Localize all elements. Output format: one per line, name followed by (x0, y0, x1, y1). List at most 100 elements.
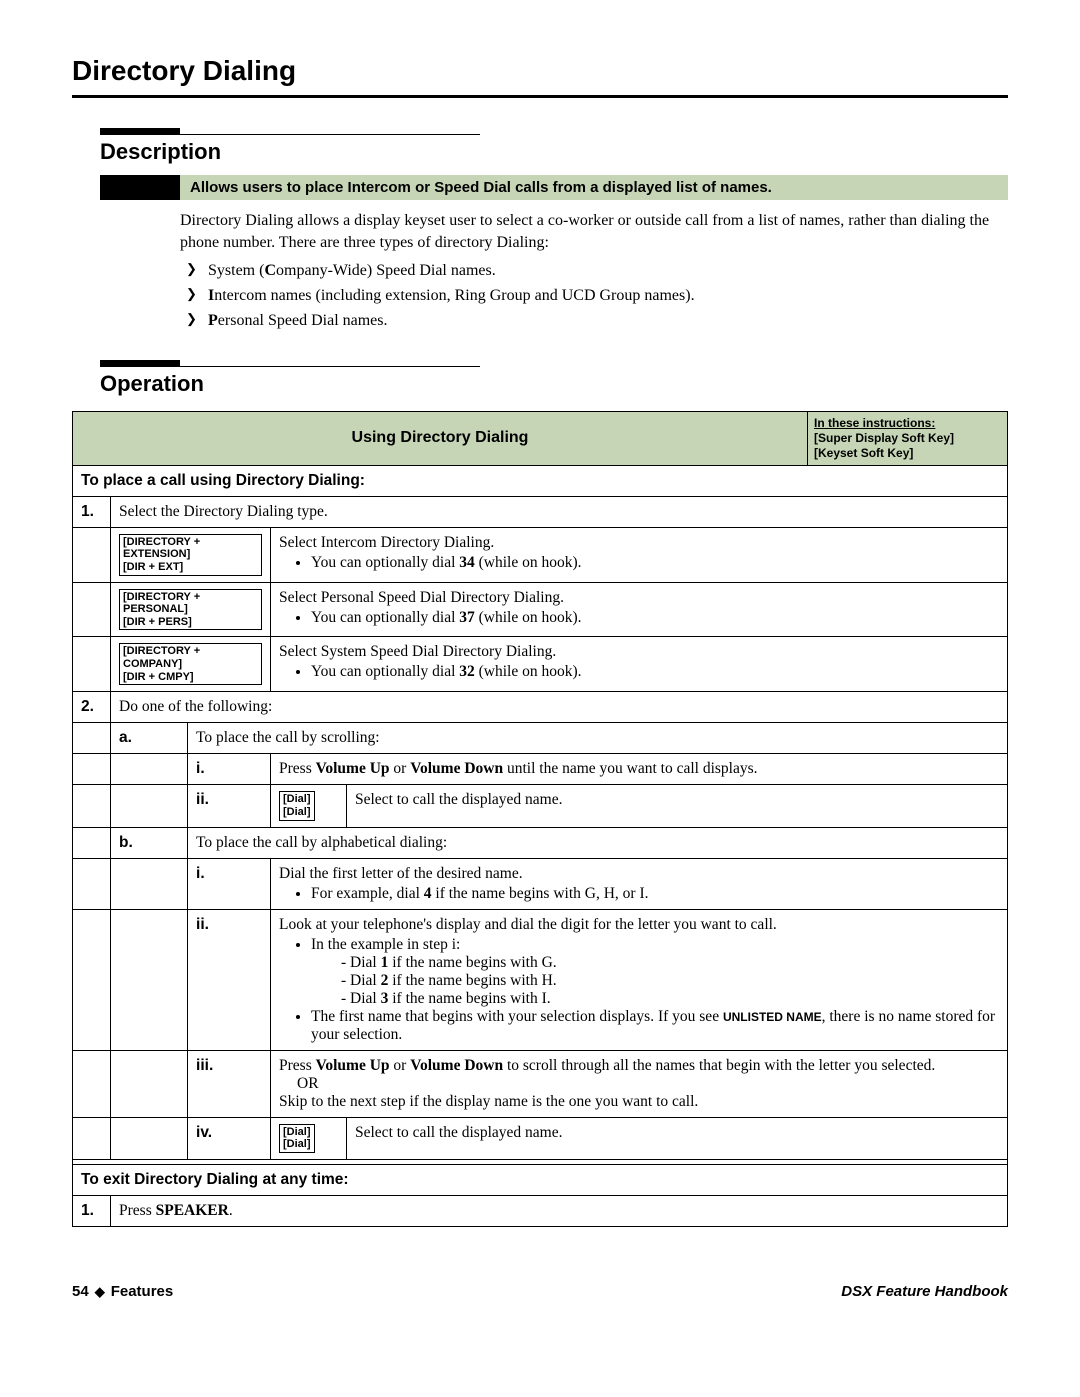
text: if the name begins with H. (388, 972, 556, 989)
step-number: 1. (73, 496, 111, 527)
cell-text: Select Personal Speed Dial Directory Dia… (271, 582, 1008, 637)
list-item: In the example in step i: - Dial 1 if th… (311, 936, 999, 1008)
text: ntercom names (including extension, Ring… (214, 287, 694, 304)
text: In these instructions: (814, 416, 935, 430)
list-item: You can optionally dial 37 (while on hoo… (311, 609, 999, 627)
text: - Dial 2 if the name begins with H. (341, 972, 557, 989)
heading-rule (180, 134, 480, 135)
substep-label: a. (111, 723, 188, 754)
text: [DIR + EXT] (123, 561, 183, 573)
heading-black-bar-icon (100, 360, 180, 367)
summary-text: Allows users to place Intercom or Speed … (180, 175, 1008, 200)
text: until the name you want to call displays… (503, 760, 757, 777)
text: SPEAKER (156, 1202, 229, 1219)
heading-rule (180, 366, 480, 367)
operation-table: Using Directory Dialing In these instruc… (72, 411, 1008, 1227)
substep-text: To place the call by alphabetical dialin… (188, 827, 1008, 858)
text: [Keyset Soft Key] (814, 446, 913, 460)
text: Dial the first letter of the desired nam… (279, 865, 523, 882)
footer-section-label: Features (111, 1283, 174, 1300)
table-row: i. Press Volume Up or Volume Down until … (73, 754, 1008, 785)
summary-row: Allows users to place Intercom or Speed … (100, 175, 1008, 200)
bullet-item: System (Company-Wide) Speed Dial names. (180, 259, 1008, 284)
table-row: [DIRECTORY + PERSONAL] [DIR + PERS] Sele… (73, 582, 1008, 637)
table-row: 2. Do one of the following: (73, 692, 1008, 723)
step-text: Do one of the following: (111, 692, 1008, 723)
heading-black-bar-icon (100, 128, 180, 135)
text: - Dial (341, 990, 381, 1007)
text: or (390, 1057, 411, 1074)
empty-cell (111, 909, 188, 1050)
page-number: 54 (72, 1283, 89, 1300)
text: - Dial (341, 972, 381, 989)
softkey-box: [Dial] [Dial] (279, 1124, 315, 1153)
step-text: Select the Directory Dialing type. (111, 496, 1008, 527)
description-heading: Description (100, 139, 1008, 165)
softkey-box: [Dial] [Dial] (279, 791, 315, 820)
empty-cell (73, 785, 111, 827)
text: Press (279, 760, 316, 777)
text: 4 (424, 885, 432, 902)
text: (while on hook). (475, 554, 582, 571)
cell-text: Select Intercom Directory Dialing. You c… (271, 527, 1008, 582)
text: . (229, 1202, 233, 1219)
operation-heading: Operation (100, 371, 1008, 397)
cell-text: Look at your telephone's display and dia… (271, 909, 1008, 1050)
table-row: 1. Select the Directory Dialing type. (73, 496, 1008, 527)
step-number: 1. (73, 1195, 111, 1226)
roman-label: iv. (188, 1117, 271, 1159)
text: Volume Up (316, 1057, 390, 1074)
list-item: For example, dial 4 if the name begins w… (311, 885, 999, 903)
text: ompany-Wide) Speed Dial names. (276, 262, 496, 279)
empty-cell (73, 827, 111, 858)
text: You can optionally dial (311, 554, 459, 571)
empty-cell (73, 858, 111, 909)
table-instructions: In these instructions: [Super Display So… (808, 411, 1008, 465)
softkey-cell: [Dial] [Dial] (271, 785, 347, 827)
text: [Super Display Soft Key] (814, 431, 954, 445)
empty-cell (111, 754, 188, 785)
softkey-box: [DIRECTORY + EXTENSION] [DIR + EXT] (119, 534, 262, 576)
text: Skip to the next step if the display nam… (279, 1093, 698, 1110)
text: Select Personal Speed Dial Directory Dia… (279, 589, 564, 606)
empty-cell (73, 1117, 111, 1159)
text: Volume Up (316, 760, 390, 777)
bullet-item: Intercom names (including extension, Rin… (180, 284, 1008, 309)
empty-cell (111, 1117, 188, 1159)
cell-text: Select to call the displayed name. (347, 1117, 1008, 1159)
cell-text: Press SPEAKER. (111, 1195, 1008, 1226)
text: 37 (459, 609, 475, 626)
empty-cell (73, 527, 111, 582)
text: Press (279, 1057, 316, 1074)
text: or (390, 760, 411, 777)
diamond-icon: ◆ (95, 1284, 105, 1299)
table-row: a. To place the call by scrolling: (73, 723, 1008, 754)
text: if the name begins with G. (388, 954, 556, 971)
table-row: b. To place the call by alphabetical dia… (73, 827, 1008, 858)
text: [Dial] (283, 1138, 311, 1150)
softkey-cell: [DIRECTORY + PERSONAL] [DIR + PERS] (111, 582, 271, 637)
footer-right: DSX Feature Handbook (841, 1283, 1008, 1300)
text: UNLISTED NAME (723, 1010, 822, 1024)
summary-black-bar-icon (100, 175, 180, 200)
text: - Dial (341, 954, 381, 971)
softkey-cell: [DIRECTORY + COMPANY] [DIR + CMPY] (111, 637, 271, 692)
table-title: Using Directory Dialing (73, 411, 808, 465)
table-header-row: Using Directory Dialing In these instruc… (73, 411, 1008, 465)
text: System ( (208, 262, 264, 279)
step-number: 2. (73, 692, 111, 723)
text: [DIR + PERS] (123, 616, 192, 628)
text: [Dial] (283, 793, 311, 805)
text: Select Intercom Directory Dialing. (279, 534, 494, 551)
list-item: You can optionally dial 34 (while on hoo… (311, 554, 999, 572)
text: The first name that begins with your sel… (311, 1008, 723, 1025)
text: (while on hook). (475, 663, 582, 680)
substep-label: b. (111, 827, 188, 858)
empty-cell (73, 1050, 111, 1117)
text: [Dial] (283, 1126, 311, 1138)
table-row: iv. [Dial] [Dial] Select to call the dis… (73, 1117, 1008, 1159)
text: Select System Speed Dial Directory Diali… (279, 643, 556, 660)
cell-text: Press Volume Up or Volume Down until the… (271, 754, 1008, 785)
text: (while on hook). (475, 609, 582, 626)
cell-text: Select to call the displayed name. (347, 785, 1008, 827)
